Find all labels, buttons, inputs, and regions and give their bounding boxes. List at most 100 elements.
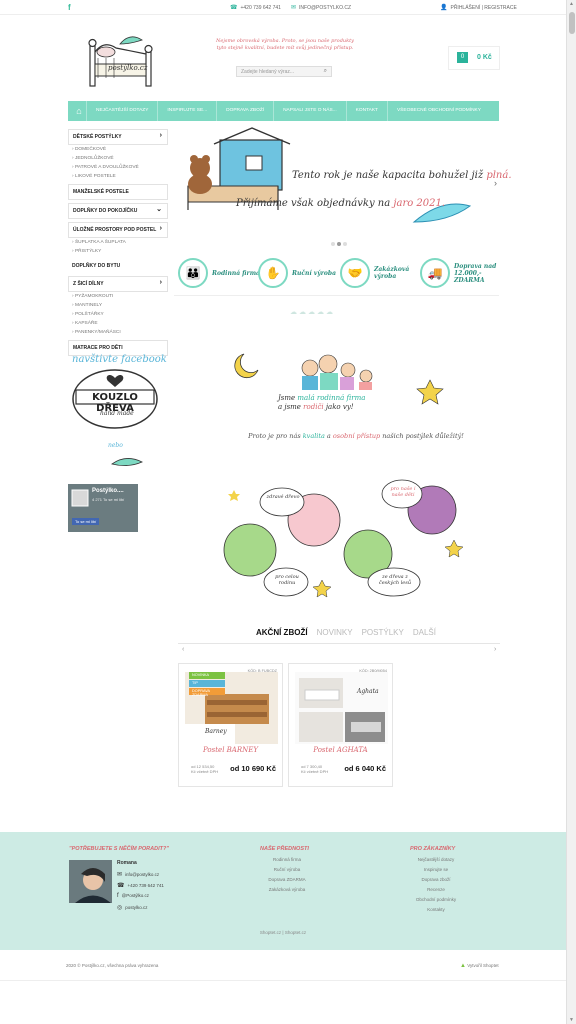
badge-free-shipping: DOPRAVA ZDARMA (189, 688, 225, 697)
nav-faq[interactable]: NEJČASTĚJŠÍ DOTAZY (86, 101, 157, 121)
sidebar-subitem[interactable]: › PYŽAMOKROUTI (68, 292, 168, 301)
logo-text: postýlko.cz (108, 64, 148, 72)
search-input[interactable]: Zadejte hledaný výraz... ⌕ (236, 66, 332, 77)
sidebar-item-label: MATRACE PRO DĚTI (73, 345, 123, 351)
footer-link[interactable]: Zakázková výroba (247, 887, 327, 892)
slider-dot[interactable] (343, 242, 347, 246)
sidebar-item-room-accessories[interactable]: DOPLŇKY DO POKOJÍČKU ⌄ (68, 203, 168, 219)
footer-link[interactable]: Nejčastější dotazy (396, 857, 476, 862)
chevron-left-icon[interactable]: ‹ (182, 646, 184, 653)
product-name[interactable]: Postel BARNEY (179, 746, 282, 754)
footer-link[interactable]: Kontakty (396, 907, 476, 912)
bed-photo (295, 672, 388, 744)
contact-name: Romana (117, 860, 137, 866)
sidebar-subitem[interactable]: › PANENKY/MAŇÁSCI (68, 328, 168, 337)
sidebar-subitem[interactable]: › ŠUPLATKA A ŠUPLATA (68, 238, 168, 247)
sidebar-item-storage[interactable]: ÚLOŽNÉ PROSTORY POD POSTEL › (68, 222, 168, 238)
subitem-label: MANTINELY (74, 303, 103, 308)
slider-next-icon[interactable]: › (494, 178, 497, 188)
facebook-promo-title[interactable]: navštivte facebook (72, 354, 167, 365)
sidebar-subitem[interactable]: › DOMEČKOVÉ (68, 145, 168, 154)
contact-phone-text: +420 739 642 741 (127, 883, 164, 888)
hero-line-1-text: Tento rok je naše kapacita bohužel již (292, 170, 484, 181)
footer-link[interactable]: Doprava ZDARMA (247, 877, 327, 882)
family-line1-a: Jsme (278, 394, 298, 402)
slider-dot-active[interactable] (337, 242, 341, 246)
sidebar-item-double-beds[interactable]: MANŽELSKÉ POSTELE (68, 184, 168, 200)
login-link[interactable]: 👤 PŘIHLÁŠENÍ | REGISTRACE (440, 4, 517, 11)
nav-terms[interactable]: VŠEOBECNÉ OBCHODNÍ PODMÍNKY (386, 101, 490, 121)
sidebar-subitem[interactable]: › KAPSÁŘE (68, 319, 168, 328)
fb-like-button[interactable]: To se mi líbí (72, 518, 100, 525)
tab-beds[interactable]: POSTÝLKY (362, 628, 404, 637)
nav-press[interactable]: NAPSALI JSTE O NÁS... (273, 101, 346, 121)
facebook-page-widget[interactable]: Postýlko.... 4 271 To se mi líbí To se m… (68, 456, 168, 532)
contact-phone[interactable]: ☎ +420 739 642 741 (117, 882, 164, 889)
footer-link[interactable]: Recenze (396, 887, 476, 892)
contact-facebook[interactable]: f @Postýlko.cz (117, 893, 149, 899)
sidebar-subitem[interactable]: › POLŠTÁŘKY (68, 310, 168, 319)
sidebar-subitem[interactable]: › LIKOVÉ POSTELE (68, 172, 168, 181)
product-card[interactable]: Aghata KÓD: 2B0/M054 Postel AGHATA od 7 … (288, 663, 393, 787)
family-line1-c: rodinná firma (314, 394, 366, 402)
cart-count: 0 (460, 54, 465, 60)
bed-logo-icon (88, 36, 153, 87)
nav-shipping[interactable]: DOPRAVA ZBOŽÍ (216, 101, 273, 121)
bubble-wood: zdravé dřevo (266, 494, 300, 500)
sidebar-item-label: DĚTSKÉ POSTÝLKY (73, 134, 122, 140)
site-logo[interactable]: postýlko.cz (84, 28, 162, 90)
nav-inspiration[interactable]: INSPIRUJTE SE... (157, 101, 216, 121)
scroll-thumb[interactable] (569, 12, 575, 34)
sidebar-item-home-accessories[interactable]: DOPLŇKY DO BYTU (68, 259, 168, 273)
fb-widget-name[interactable]: Postýlko.... (92, 488, 124, 494)
product-name[interactable]: Postel AGHATA (289, 746, 392, 754)
product-card[interactable]: Barney NOVINKA TIP DOPRAVA ZDARMA KÓD: B… (178, 663, 283, 787)
sidebar-subitem[interactable]: › PATROVÉ A DVOULŮŽKOVÉ (68, 163, 168, 172)
search-icon[interactable]: ⌕ (324, 68, 327, 75)
family-line1-b: malá (297, 394, 315, 402)
hero-line-2-em: jaro 2021. (393, 198, 446, 209)
footer-link[interactable]: Doprava zboží (396, 877, 476, 882)
nav-contact[interactable]: KONTAKT (345, 101, 387, 121)
scroll-down-icon[interactable]: ▼ (569, 1017, 574, 1023)
facebook-icon[interactable]: f (68, 3, 71, 12)
product-image[interactable]: Aghata (295, 672, 388, 744)
contact-email[interactable]: ✉ info@postylko.cz (117, 871, 159, 878)
subitem-label: PATROVÉ A DVOULŮŽKOVÉ (74, 165, 139, 170)
slider-dot[interactable] (331, 242, 335, 246)
footer-link[interactable]: Obchodní podmínky (396, 897, 476, 902)
footer-link[interactable]: Inspirujte se (396, 867, 476, 872)
made-by-text: Vytvořil Shoptet (467, 963, 499, 968)
top-email[interactable]: ✉ INFO@POSTYLKO.CZ (291, 4, 351, 11)
divider (0, 980, 566, 981)
made-by-link[interactable]: ▲ Vytvořil Shoptet (460, 963, 499, 969)
footer-link[interactable]: Rodinná firma (247, 857, 327, 862)
contact-instagram[interactable]: ◎ postylko.cz (117, 904, 148, 911)
contact-instagram-text: postylko.cz (125, 905, 148, 910)
page-scrollbar[interactable]: ▲ ▼ (566, 0, 576, 1024)
hero-slider[interactable]: Tento rok je naše kapacita bohužel již p… (174, 126, 512, 236)
sidebar-subitem[interactable]: › PŘISTÝLKY (68, 247, 168, 256)
top-email-text: INFO@POSTYLKO.CZ (299, 5, 352, 11)
tab-new[interactable]: NOVINKY (317, 628, 353, 637)
sidebar-item-sewing[interactable]: Z ŠICÍ DÍLNY › (68, 276, 168, 292)
sidebar-subitem[interactable]: › JEDNOLŮŽKOVÉ (68, 154, 168, 163)
sidebar-item-kids-beds[interactable]: DĚTSKÉ POSTÝLKY › (68, 129, 168, 145)
footer-shop-links[interactable]: Shoptet.cz | Shoptet.cz (0, 930, 566, 935)
cloud-decoration-icon: ☁☁☁☁☁ (290, 309, 335, 316)
scroll-up-icon[interactable]: ▲ (569, 1, 574, 7)
home-icon[interactable]: ⌂ (72, 101, 86, 121)
family-text: Jsme malá rodinná firma a jsme rodiči ja… (278, 394, 365, 412)
footer-link[interactable]: Ruční výroba (247, 867, 327, 872)
feature-label: Doprava nad 12.000,- ZDARMA (454, 262, 497, 284)
product-old-price: od 7 300,40 Kč včetně DPH (301, 764, 328, 774)
tab-action[interactable]: AKČNÍ ZBOŽÍ (256, 628, 308, 637)
chevron-right-icon[interactable]: › (494, 646, 496, 653)
tab-more[interactable]: DALŠÍ (413, 628, 436, 637)
kouzlo-dreva-logo[interactable]: KOUZLO DŘEVA hand made (70, 368, 160, 430)
cart-button[interactable]: 0 0 Kč (448, 46, 500, 70)
avatar (69, 860, 112, 903)
cart-amount: 0 Kč (477, 54, 492, 61)
top-phone[interactable]: ☎ +420 739 642 741 (230, 4, 281, 11)
sidebar-subitem[interactable]: › MANTINELY (68, 301, 168, 310)
